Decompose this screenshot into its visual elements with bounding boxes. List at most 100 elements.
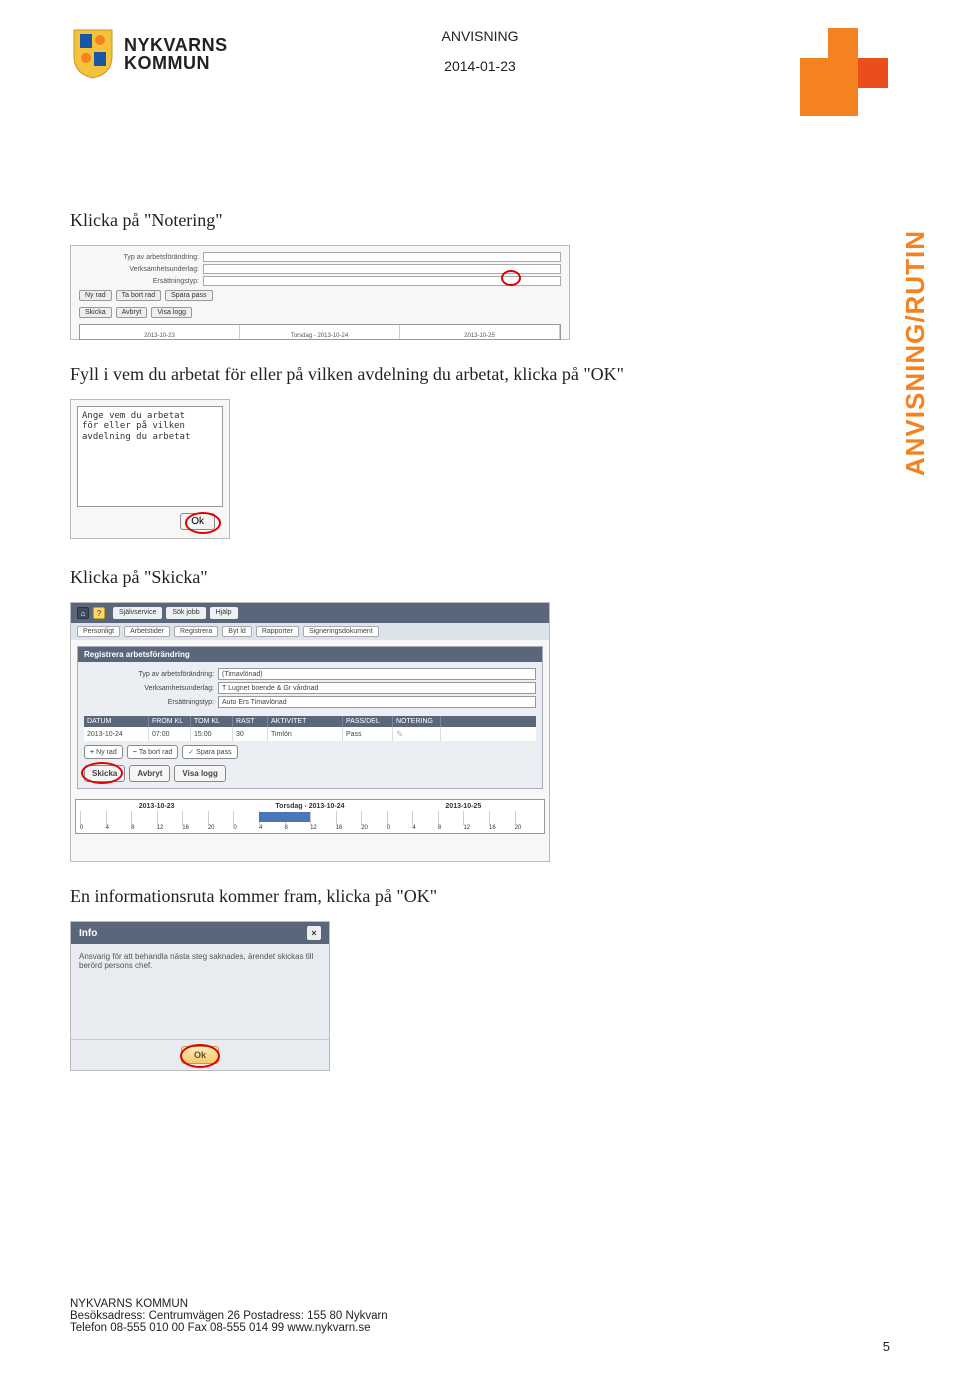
cell-from[interactable]: 07:00 bbox=[149, 727, 191, 741]
btn-label: Spara pass bbox=[196, 749, 231, 756]
logo-text: NYKVARNS KOMMUN bbox=[124, 36, 228, 72]
save-pass-button[interactable]: Spara pass bbox=[165, 290, 212, 301]
tick: 20 bbox=[361, 825, 387, 831]
top-menu: ⌂ ? Självservice Sök jobb Hjälp bbox=[71, 603, 549, 623]
home-icon[interactable]: ⌂ bbox=[77, 607, 89, 619]
cell-aktivitet[interactable]: Timlön bbox=[268, 727, 343, 741]
tick: 16 bbox=[336, 825, 362, 831]
col-notering: NOTERING bbox=[393, 716, 441, 727]
btn-label: Ta bort rad bbox=[139, 749, 172, 756]
footer-address: Besöksadress: Centrumvägen 26 Postadress… bbox=[70, 1310, 890, 1322]
tick: 16 bbox=[182, 825, 208, 831]
timeline-day: Torsdag - 2013-10-24 bbox=[240, 325, 400, 339]
label: Ersättningstyp: bbox=[79, 278, 199, 285]
para-1: Klicka på "Notering" bbox=[70, 210, 890, 231]
tick: 8 bbox=[438, 825, 464, 831]
side-label: ANVISNING/RUTIN bbox=[900, 230, 931, 476]
tick: 20 bbox=[208, 825, 234, 831]
new-row-button[interactable]: +Ny rad bbox=[84, 745, 123, 759]
doc-date: 2014-01-23 bbox=[441, 58, 518, 74]
combo-ersattning[interactable]: Auto Ers Timavlönad bbox=[218, 696, 536, 708]
cell-notering[interactable]: ✎ bbox=[393, 727, 441, 741]
check-icon: ✓ bbox=[188, 748, 194, 756]
note-textarea[interactable]: Ange vem du arbetat för eller på vilken … bbox=[77, 406, 223, 507]
cancel-button[interactable]: Avbryt bbox=[129, 765, 170, 782]
sub-personligt[interactable]: Personligt bbox=[77, 626, 120, 637]
sub-registrera[interactable]: Registrera bbox=[174, 626, 218, 637]
log-button[interactable]: Visa logg bbox=[174, 765, 225, 782]
cell-pass[interactable]: Pass bbox=[343, 727, 393, 741]
highlight-circle-icon bbox=[180, 1044, 220, 1068]
send-button[interactable]: Skicka bbox=[79, 307, 112, 318]
sub-arbetstider[interactable]: Arbetstider bbox=[124, 626, 170, 637]
screenshot-4: Info × Ansvarig för att behandla nästa s… bbox=[70, 921, 330, 1071]
square-icon bbox=[858, 58, 888, 88]
tick: 4 bbox=[106, 825, 132, 831]
plus-icon: + bbox=[90, 749, 94, 756]
shield-icon bbox=[70, 28, 116, 80]
col-aktivitet: AKTIVITET bbox=[268, 716, 343, 727]
timeline-day: 2013-10-23 bbox=[80, 325, 240, 339]
tab-sjalvservice[interactable]: Självservice bbox=[113, 607, 162, 619]
label: Typ av arbetsförändring: bbox=[79, 254, 199, 261]
tick: 12 bbox=[463, 825, 489, 831]
label: Verksamhetsunderlag: bbox=[84, 685, 214, 692]
tick: 16 bbox=[489, 825, 515, 831]
footer-phone: Telefon 08-555 010 00 Fax 08-555 014 99 … bbox=[70, 1322, 890, 1334]
tab-hjalp[interactable]: Hjälp bbox=[210, 607, 238, 619]
panel-title: Registrera arbetsförändring bbox=[78, 647, 542, 662]
para-3: Klicka på "Skicka" bbox=[70, 567, 890, 588]
tick: 8 bbox=[131, 825, 157, 831]
timeline-day: 2013-10-23 bbox=[80, 802, 233, 811]
para-4: En informationsruta kommer fram, klicka … bbox=[70, 886, 890, 907]
decorative-squares bbox=[800, 28, 890, 128]
save-pass-button[interactable]: ✓Spara pass bbox=[182, 745, 237, 759]
highlight-circle-icon bbox=[501, 270, 521, 286]
page: NYKVARNS KOMMUN ANVISNING 2014-01-23 ANV… bbox=[0, 0, 960, 1374]
shift-block bbox=[259, 812, 310, 822]
tick: 0 bbox=[387, 825, 413, 831]
logo-line1: NYKVARNS bbox=[124, 36, 228, 54]
log-button[interactable]: Visa logg bbox=[151, 307, 192, 318]
sub-signering[interactable]: Signeringsdokument bbox=[303, 626, 379, 637]
close-icon[interactable]: × bbox=[307, 926, 321, 940]
tick: 12 bbox=[310, 825, 336, 831]
col-tom: TOM KL bbox=[191, 716, 233, 727]
para-2: Fyll i vem du arbetat för eller på vilke… bbox=[70, 364, 890, 385]
doc-title: ANVISNING bbox=[441, 28, 518, 44]
cell-datum[interactable]: 2013-10-24 bbox=[84, 727, 149, 741]
cell-tom[interactable]: 15:00 bbox=[191, 727, 233, 741]
table-header: DATUM FROM KL TOM KL RAST AKTIVITET PASS… bbox=[84, 716, 536, 727]
dialog-titlebar: Info × bbox=[71, 922, 329, 944]
new-row-button[interactable]: Ny rad bbox=[79, 290, 112, 301]
label: Ersättningstyp: bbox=[84, 699, 214, 706]
square-icon bbox=[800, 58, 858, 116]
highlight-circle-icon bbox=[185, 512, 221, 534]
delete-row-button[interactable]: Ta bort rad bbox=[116, 290, 161, 301]
timeline-day: Torsdag - 2013-10-24 bbox=[233, 802, 386, 811]
timeline-day: 2013-10-25 bbox=[400, 325, 560, 339]
cell-rast[interactable]: 30 bbox=[233, 727, 268, 741]
col-datum: DATUM bbox=[84, 716, 149, 727]
combo-type[interactable] bbox=[203, 252, 561, 262]
timeline-bar bbox=[80, 811, 540, 825]
combo-type[interactable]: (Timavlönad) bbox=[218, 668, 536, 680]
tick: 4 bbox=[412, 825, 438, 831]
cancel-button[interactable]: Avbryt bbox=[116, 307, 148, 318]
sub-byt-id[interactable]: Byt ld bbox=[222, 626, 252, 637]
logo-line2: KOMMUN bbox=[124, 54, 228, 72]
combo-verksamhet[interactable]: T Lugnet boende & Gr vårdnad bbox=[218, 682, 536, 694]
delete-row-button[interactable]: −Ta bort rad bbox=[127, 745, 179, 759]
dialog-message: Ansvarig för att behandla nästa steg sak… bbox=[71, 944, 329, 1039]
timeline: 2013-10-23 Torsdag - 2013-10-24 2013-10-… bbox=[75, 799, 545, 834]
tick: 4 bbox=[259, 825, 285, 831]
help-icon[interactable]: ? bbox=[93, 607, 105, 619]
sub-menu: Personligt Arbetstider Registrera Byt ld… bbox=[71, 623, 549, 640]
tab-sok-jobb[interactable]: Sök jobb bbox=[166, 607, 205, 619]
note-icon[interactable]: ✎ bbox=[396, 729, 404, 740]
timeline: 2013-10-23 Torsdag - 2013-10-24 2013-10-… bbox=[79, 324, 561, 340]
tick: 20 bbox=[515, 825, 541, 831]
square-icon bbox=[828, 28, 858, 58]
sub-rapporter[interactable]: Rapporter bbox=[256, 626, 299, 637]
label: Verksamhetsunderlag: bbox=[79, 266, 199, 273]
